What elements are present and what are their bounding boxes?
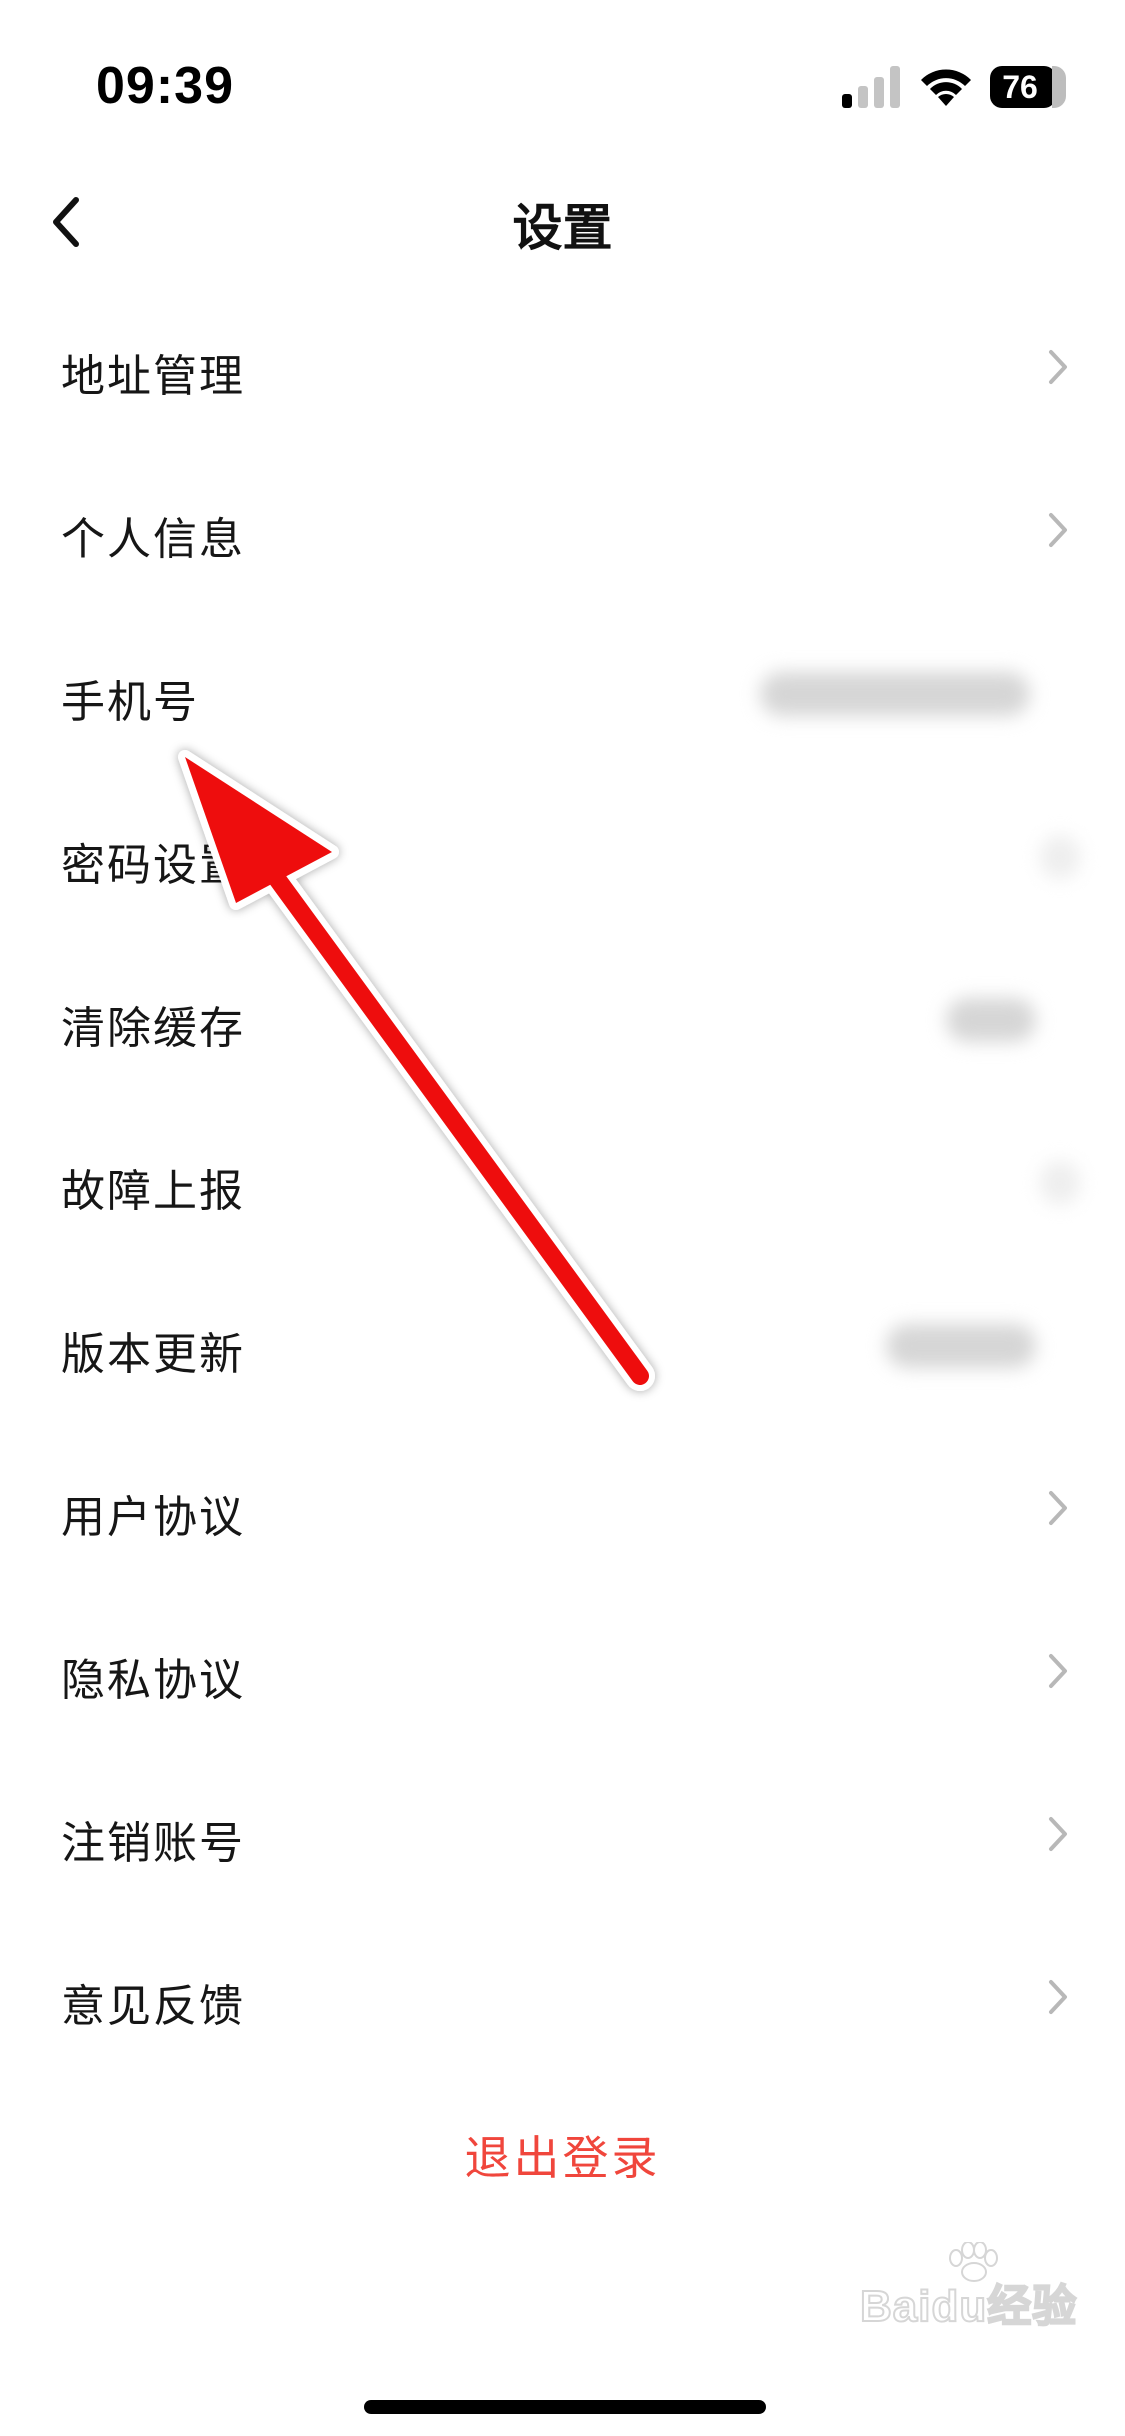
battery-level: 76 [1002,69,1038,105]
chevron-right-icon [1049,1491,1067,1525]
settings-item-clear-cache[interactable]: 清除缓存 [0,954,1125,1117]
cellular-signal-icon [842,66,900,108]
chevron-right-icon [1049,1980,1067,2014]
chevron-right-icon [1049,513,1067,547]
settings-item-label: 版本更新 [61,1329,245,1380]
settings-item-privacy-agreement[interactable]: 隐私协议 [0,1606,1125,1769]
blurred-version-value [886,1324,1036,1368]
wifi-icon [921,69,971,106]
settings-item-delete-account[interactable]: 注销账号 [0,1769,1125,1932]
settings-item-label: 密码设置 [61,840,245,891]
blurred-value [1040,835,1080,879]
settings-item-version-update[interactable]: 版本更新 [0,1280,1125,1443]
settings-item-address[interactable]: 地址管理 [0,302,1125,465]
settings-item-label: 注销账号 [61,1818,245,1869]
watermark-text: Baidu经验 [859,2281,1078,2332]
settings-item-user-agreement[interactable]: 用户协议 [0,1443,1125,1606]
settings-item-label: 故障上报 [61,1166,245,1217]
settings-item-label: 个人信息 [61,514,245,565]
blurred-cache-size [946,998,1036,1042]
status-bar: 09:39 76 [0,0,1125,170]
logout-button[interactable]: 退出登录 [0,2122,1125,2188]
settings-item-label: 清除缓存 [61,1003,245,1054]
settings-item-label: 用户协议 [61,1492,245,1543]
battery-icon: 76 [990,66,1066,108]
settings-item-feedback[interactable]: 意见反馈 [0,1932,1125,2095]
settings-item-personal-info[interactable]: 个人信息 [0,465,1125,628]
settings-item-phone[interactable]: 手机号 [0,628,1125,791]
chevron-right-icon [1049,1654,1067,1688]
chevron-right-icon [1049,1817,1067,1851]
home-indicator[interactable] [364,2400,766,2414]
chevron-right-icon [1049,350,1067,384]
settings-item-label: 意见反馈 [61,1981,245,2032]
settings-item-label: 手机号 [61,677,199,728]
blurred-value [1040,1161,1080,1205]
settings-item-label: 地址管理 [61,351,245,402]
navigation-bar: 设置 [0,170,1125,270]
settings-item-password[interactable]: 密码设置 [0,791,1125,954]
settings-item-label: 隐私协议 [61,1655,245,1706]
blurred-phone-value [760,672,1030,716]
status-time: 09:39 [96,57,234,115]
page-title: 设置 [512,199,613,257]
baidu-jingyan-watermark: Baidu经验 [859,2242,1080,2332]
settings-list: 地址管理 个人信息 手机号 密码设置 清除缓存 故障上报 版本更新 用户协议 隐… [0,302,1125,2095]
settings-item-bug-report[interactable]: 故障上报 [0,1117,1125,1280]
